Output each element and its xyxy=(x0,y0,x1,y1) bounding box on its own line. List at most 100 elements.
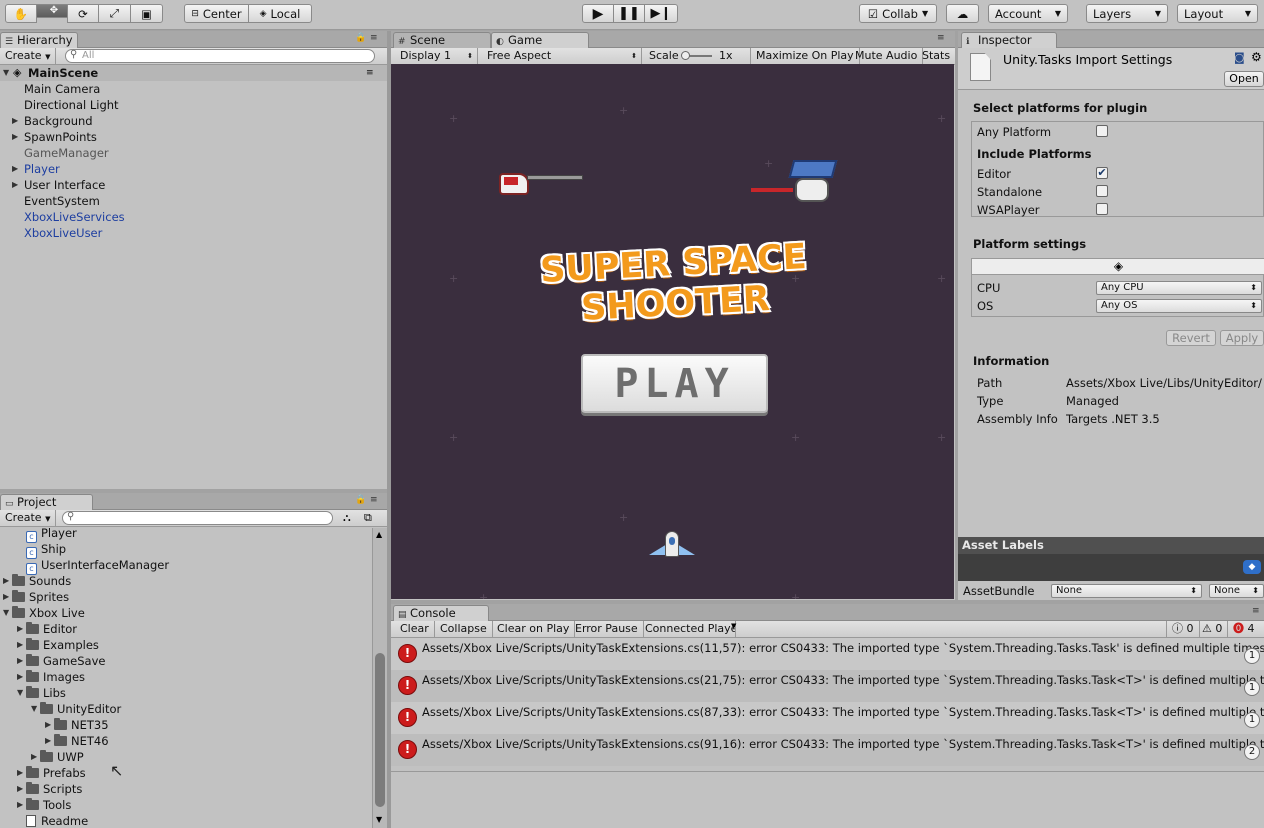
collapse-arrow-icon[interactable]: ▼ xyxy=(3,605,9,621)
project-create-button[interactable]: Create ▼ xyxy=(0,510,57,526)
expand-arrow-icon[interactable]: ▶ xyxy=(17,637,23,653)
expand-arrow-icon[interactable]: ▶ xyxy=(17,621,23,637)
project-search-input[interactable]: ⚲ xyxy=(62,511,333,525)
console-error-entry[interactable]: ! Assets/Xbox Live/Scripts/UnityTaskExten… xyxy=(391,638,1264,670)
project-item[interactable]: ▶ NET46 xyxy=(0,733,370,749)
lock-icon[interactable]: 🔒 xyxy=(355,33,366,43)
open-button[interactable]: Open xyxy=(1224,71,1264,87)
project-item[interactable]: Readme xyxy=(0,813,370,828)
scroll-down-icon[interactable]: ▼ xyxy=(376,815,382,824)
scroll-up-icon[interactable]: ▲ xyxy=(376,530,382,539)
cpu-dropdown[interactable]: Any CPU ⬍ xyxy=(1096,281,1262,295)
console-clear-button[interactable]: Clear xyxy=(395,621,435,637)
play-button[interactable]: ▶ xyxy=(582,4,614,23)
collapse-arrow-icon[interactable]: ▼ xyxy=(31,701,37,717)
platform-checkbox[interactable]: ✔ xyxy=(1096,167,1108,179)
tab-console[interactable]: ▤ Console xyxy=(393,605,489,621)
scrollbar-thumb[interactable] xyxy=(375,653,385,807)
scale-slider[interactable]: Scale 1x xyxy=(644,48,751,64)
expand-arrow-icon[interactable]: ▶ xyxy=(17,781,23,797)
layout-dropdown[interactable]: Layout ▼ xyxy=(1177,4,1258,23)
project-item[interactable]: ▶ UWP xyxy=(0,749,370,765)
expand-arrow-icon[interactable]: ▶ xyxy=(17,653,23,669)
hierarchy-item[interactable]: ▶ SpawnPoints xyxy=(0,129,387,145)
tab-game[interactable]: ◐ Game xyxy=(491,32,589,48)
expand-arrow-icon[interactable]: ▶ xyxy=(3,573,9,589)
hierarchy-item[interactable]: EventSystem xyxy=(0,193,387,209)
panel-menu-icon[interactable]: ≡ xyxy=(370,495,378,505)
expand-arrow-icon[interactable]: ▶ xyxy=(31,749,37,765)
pivot-local-button[interactable]: ◈ Local xyxy=(248,4,312,23)
project-item[interactable]: ▶ Images xyxy=(0,669,370,685)
revert-button[interactable]: Revert xyxy=(1166,330,1216,346)
error-filter-toggle[interactable]: ⓿ 4 xyxy=(1228,621,1260,637)
expand-arrow-icon[interactable]: ▶ xyxy=(17,765,23,781)
project-item[interactable]: ▶ Prefabs xyxy=(0,765,370,781)
panel-menu-icon[interactable]: ≡ xyxy=(370,33,378,43)
panel-menu-icon[interactable]: ≡ xyxy=(1252,606,1260,616)
assetbundle-dropdown[interactable]: None ⬍ xyxy=(1051,584,1202,598)
platform-checkbox[interactable] xyxy=(1096,203,1108,215)
tab-scene[interactable]: # Scene xyxy=(393,32,491,48)
rect-tool-button[interactable]: ▣ xyxy=(130,4,163,23)
gear-icon[interactable]: ⚙ xyxy=(1251,50,1262,64)
stats-toggle[interactable]: Stats xyxy=(917,48,955,64)
slider-thumb[interactable] xyxy=(681,51,690,60)
project-item[interactable]: ▼ Xbox Live xyxy=(0,605,370,621)
move-tool-button[interactable]: ✥ xyxy=(36,4,68,18)
assetbundle-variant-dropdown[interactable]: None ⬍ xyxy=(1209,584,1264,598)
expand-arrow-icon[interactable]: ▶ xyxy=(12,113,18,129)
collab-dropdown[interactable]: ☑ Collab ▼ xyxy=(859,4,937,23)
project-item[interactable]: ▶ Editor xyxy=(0,621,370,637)
step-button[interactable]: ▶❙ xyxy=(644,4,678,23)
display-dropdown[interactable]: Display 1 ⬍ xyxy=(395,48,478,64)
play-game-button[interactable]: PLAY xyxy=(581,354,768,413)
pivot-center-button[interactable]: ⊟ Center xyxy=(184,4,249,23)
pause-button[interactable]: ❚❚ xyxy=(613,4,645,23)
rotate-tool-button[interactable]: ⟳ xyxy=(67,4,99,23)
project-item[interactable]: ▶ Sounds xyxy=(0,573,370,589)
hierarchy-item[interactable]: ▶ Background xyxy=(0,113,387,129)
scene-menu-icon[interactable]: ≡ xyxy=(366,65,374,81)
project-item[interactable]: ▶ Scripts xyxy=(0,781,370,797)
lock-icon[interactable]: 🔒 xyxy=(355,495,366,505)
filter-by-label-icon[interactable]: ⧉ xyxy=(364,511,372,525)
project-item[interactable]: ▼ UnityEditor xyxy=(0,701,370,717)
unity-platform-tab[interactable]: ◈ xyxy=(972,259,1264,275)
filter-by-type-icon[interactable]: ⛬ xyxy=(343,511,351,525)
panel-menu-icon[interactable]: ≡ xyxy=(937,33,945,43)
console-error-entry[interactable]: ! Assets/Xbox Live/Scripts/UnityTaskExten… xyxy=(391,734,1264,766)
hierarchy-item[interactable]: GameManager xyxy=(0,145,387,161)
warning-filter-toggle[interactable]: ⚠ 0 xyxy=(1197,621,1229,637)
os-dropdown[interactable]: Any OS ⬍ xyxy=(1096,299,1262,313)
hand-tool-button[interactable]: ✋ xyxy=(5,4,37,23)
error-pause-toggle[interactable]: Error Pause xyxy=(570,621,644,637)
project-item[interactable]: c Player xyxy=(0,525,370,543)
project-item[interactable]: ▼ Libs xyxy=(0,685,370,701)
project-item[interactable]: c Ship xyxy=(0,541,370,559)
collapse-arrow-icon[interactable]: ▼ xyxy=(17,685,23,701)
hierarchy-item[interactable]: ▶ Player xyxy=(0,161,387,177)
tab-hierarchy[interactable]: ☰ Hierarchy xyxy=(0,32,78,48)
expand-arrow-icon[interactable]: ▶ xyxy=(12,177,18,193)
expand-arrow-icon[interactable]: ▶ xyxy=(45,733,51,749)
scene-row[interactable]: ▼ ◈ MainScene ≡ xyxy=(0,65,387,81)
platform-checkbox[interactable] xyxy=(1096,185,1108,197)
project-scrollbar[interactable]: ▲ ▼ xyxy=(372,528,387,828)
hierarchy-search-input[interactable]: ⚲ All xyxy=(65,49,375,63)
clear-on-play-toggle[interactable]: Clear on Play xyxy=(492,621,576,637)
expand-arrow-icon[interactable]: ▶ xyxy=(12,129,18,145)
hierarchy-item[interactable]: Main Camera xyxy=(0,81,387,97)
apply-button[interactable]: Apply xyxy=(1220,330,1264,346)
expand-arrow-icon[interactable]: ▶ xyxy=(45,717,51,733)
tab-project[interactable]: ▭ Project xyxy=(0,494,93,510)
cloud-button[interactable]: ☁ xyxy=(946,4,979,23)
mute-audio-toggle[interactable]: Mute Audio xyxy=(850,48,924,64)
hierarchy-item[interactable]: ▶ User Interface xyxy=(0,177,387,193)
expand-arrow-icon[interactable]: ▶ xyxy=(17,797,23,813)
label-tag-icon[interactable]: ◆ xyxy=(1243,560,1261,574)
expand-arrow-icon[interactable]: ▶ xyxy=(17,669,23,685)
hierarchy-create-button[interactable]: Create ▼ xyxy=(0,48,57,64)
layers-dropdown[interactable]: Layers ▼ xyxy=(1086,4,1168,23)
project-item[interactable]: c UserInterfaceManager xyxy=(0,557,370,575)
